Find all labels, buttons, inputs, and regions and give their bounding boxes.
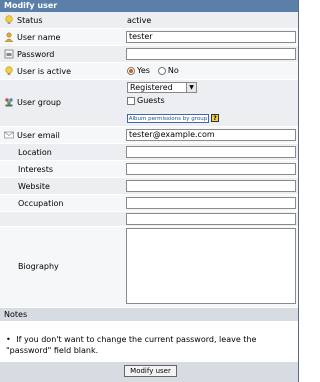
notes-text: If you don't want to change the current … (6, 335, 257, 355)
modify-user-button[interactable]: Modify user (124, 365, 177, 377)
active-yes-radio[interactable] (127, 66, 135, 75)
row-occupation: Occupation (0, 195, 298, 212)
notes-item: • If you don't want to change the curren… (6, 334, 296, 356)
bullet-icon: • (6, 335, 11, 344)
active-no-radio[interactable] (157, 66, 166, 75)
lightbulb-icon (4, 15, 14, 25)
website-label: Website (18, 182, 50, 191)
group-select[interactable]: Registered ▼ (127, 82, 197, 93)
modify-user-panel: Modify user Status active User name test… (0, 0, 299, 382)
row-extra (0, 212, 298, 227)
user-icon (4, 32, 14, 43)
password-icon (4, 49, 14, 59)
status-label: Status (17, 15, 43, 25)
email-icon (4, 130, 14, 140)
guests-checkbox[interactable] (127, 96, 135, 105)
notes-body: • If you don't want to change the curren… (0, 321, 298, 362)
active-label: User is active (17, 66, 72, 76)
occupation-input[interactable] (126, 197, 296, 209)
group-label: User group (17, 97, 62, 107)
chevron-down-icon: ▼ (186, 83, 196, 92)
row-status: Status active (0, 12, 298, 29)
username-input[interactable]: tester (126, 31, 296, 43)
occupation-label: Occupation (18, 199, 64, 208)
location-label: Location (18, 148, 52, 157)
group-icon (4, 97, 14, 107)
active-no-label: No (167, 66, 179, 75)
album-permissions-button[interactable]: Album permissions by group (127, 114, 209, 123)
website-input[interactable] (126, 180, 296, 192)
row-interests: Interests (0, 161, 298, 178)
interests-label: Interests (18, 165, 53, 174)
biography-textarea[interactable] (126, 228, 296, 304)
guests-label: Guests (137, 96, 165, 105)
row-group: User group Registered ▼ Guests Album per… (0, 80, 298, 127)
active-yes-label: Yes (137, 66, 150, 75)
biography-label: Biography (18, 262, 59, 271)
password-label: Password (17, 49, 55, 59)
email-label: User email (17, 130, 60, 140)
extra-input[interactable] (126, 213, 296, 225)
panel-title: Modify user (0, 0, 298, 12)
form-footer: Modify user (0, 362, 298, 382)
row-username: User name tester (0, 29, 298, 46)
row-location: Location (0, 144, 298, 161)
lightbulb-icon (4, 66, 14, 76)
row-biography: Biography (0, 227, 298, 308)
password-input[interactable] (126, 48, 296, 60)
row-active: User is active Yes No (0, 63, 298, 80)
email-input[interactable]: tester@example.com (126, 129, 296, 141)
group-select-value: Registered (130, 83, 173, 92)
help-icon[interactable]: ? (211, 114, 219, 122)
status-value: active (127, 16, 152, 25)
interests-input[interactable] (126, 163, 296, 175)
notes-heading: Notes (0, 308, 298, 321)
row-website: Website (0, 178, 298, 195)
location-input[interactable] (126, 146, 296, 158)
username-label: User name (17, 32, 61, 42)
row-email: User email tester@example.com (0, 127, 298, 144)
row-password: Password (0, 46, 298, 63)
